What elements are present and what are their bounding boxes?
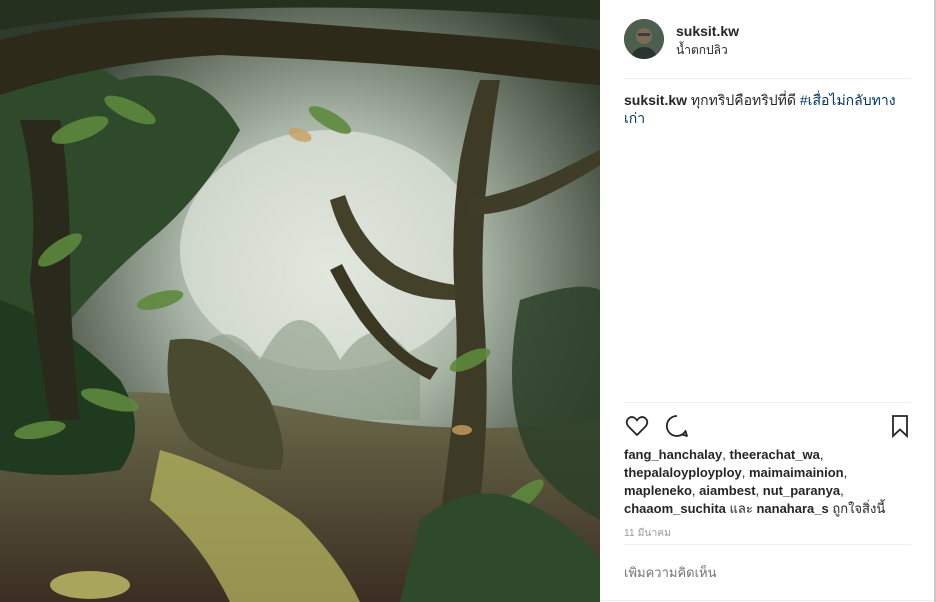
- liker-link[interactable]: nut_paranya: [763, 483, 840, 498]
- post-panel: suksit.kw น้ำตกปลิว suksit.kw ทุกทริปคือ…: [600, 0, 934, 601]
- liker-link[interactable]: thepalaloyployploy: [624, 465, 742, 480]
- liker-link[interactable]: maimaimainion: [749, 465, 844, 480]
- caption-text: ทุกทริปคือทริปที่ดี: [690, 92, 796, 108]
- bookmark-icon[interactable]: [887, 413, 913, 439]
- comment-icon[interactable]: [664, 413, 690, 439]
- liker-link[interactable]: chaaom_suchita: [624, 501, 726, 516]
- comment-input[interactable]: [624, 565, 911, 580]
- post-photo[interactable]: [0, 0, 600, 602]
- likes-and: และ: [729, 501, 753, 516]
- location-link[interactable]: น้ำตกปลิว: [676, 41, 728, 60]
- caption: suksit.kw ทุกทริปคือทริปที่ดี #เสื่อไม่ก…: [624, 91, 914, 127]
- post-header: suksit.kw น้ำตกปลิว: [624, 18, 911, 79]
- forest-photo: [0, 0, 600, 602]
- liker-link[interactable]: fang_hanchalay: [624, 447, 722, 462]
- liker-link[interactable]: aiambest: [699, 483, 755, 498]
- action-bar: [624, 402, 911, 445]
- caption-username[interactable]: suksit.kw: [624, 92, 687, 108]
- post-date[interactable]: 11 มีนาคม: [624, 526, 671, 541]
- likes-suffix: ถูกใจสิ่งนี้: [832, 501, 886, 516]
- avatar[interactable]: [624, 19, 664, 59]
- comment-box: [624, 544, 911, 601]
- username-link[interactable]: suksit.kw: [676, 23, 739, 39]
- heart-icon[interactable]: [624, 413, 650, 439]
- likes-summary: fang_hanchalay, theerachat_wa, thepalalo…: [624, 447, 886, 516]
- liker-link[interactable]: mapleneko: [624, 483, 692, 498]
- liker-link[interactable]: nanahara_s: [756, 501, 828, 516]
- liker-link[interactable]: theerachat_wa: [730, 447, 820, 462]
